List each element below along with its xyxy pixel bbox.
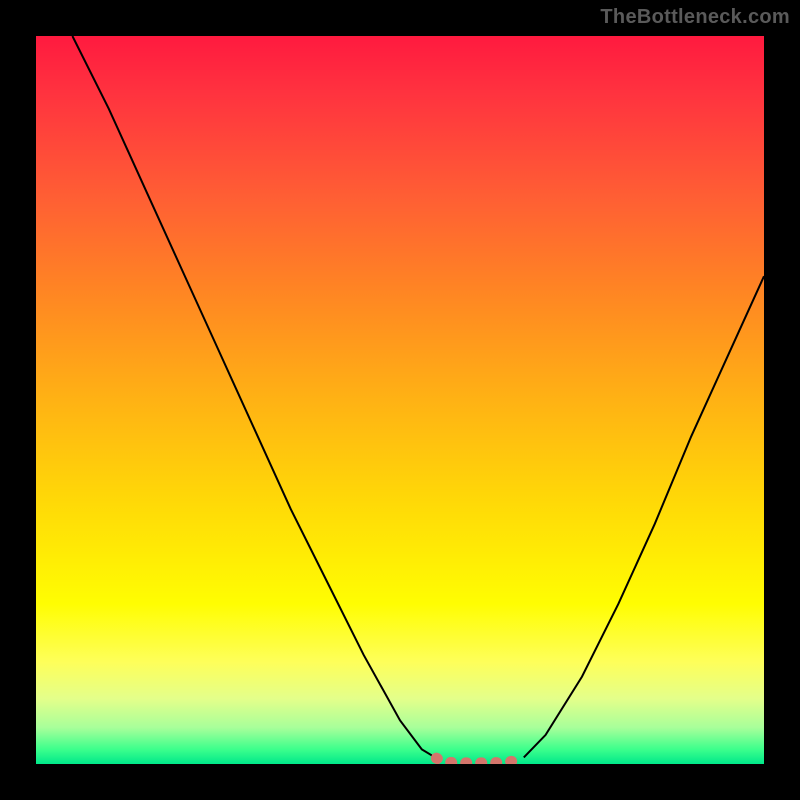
curve-layer (36, 36, 764, 764)
v-curve (72, 36, 764, 763)
plot-area (36, 36, 764, 764)
watermark-text: TheBottleneck.com (600, 6, 790, 29)
right-branch (524, 276, 764, 757)
valley-marker (436, 757, 523, 763)
left-branch (72, 36, 436, 758)
chart-frame: TheBottleneck.com (0, 0, 800, 800)
